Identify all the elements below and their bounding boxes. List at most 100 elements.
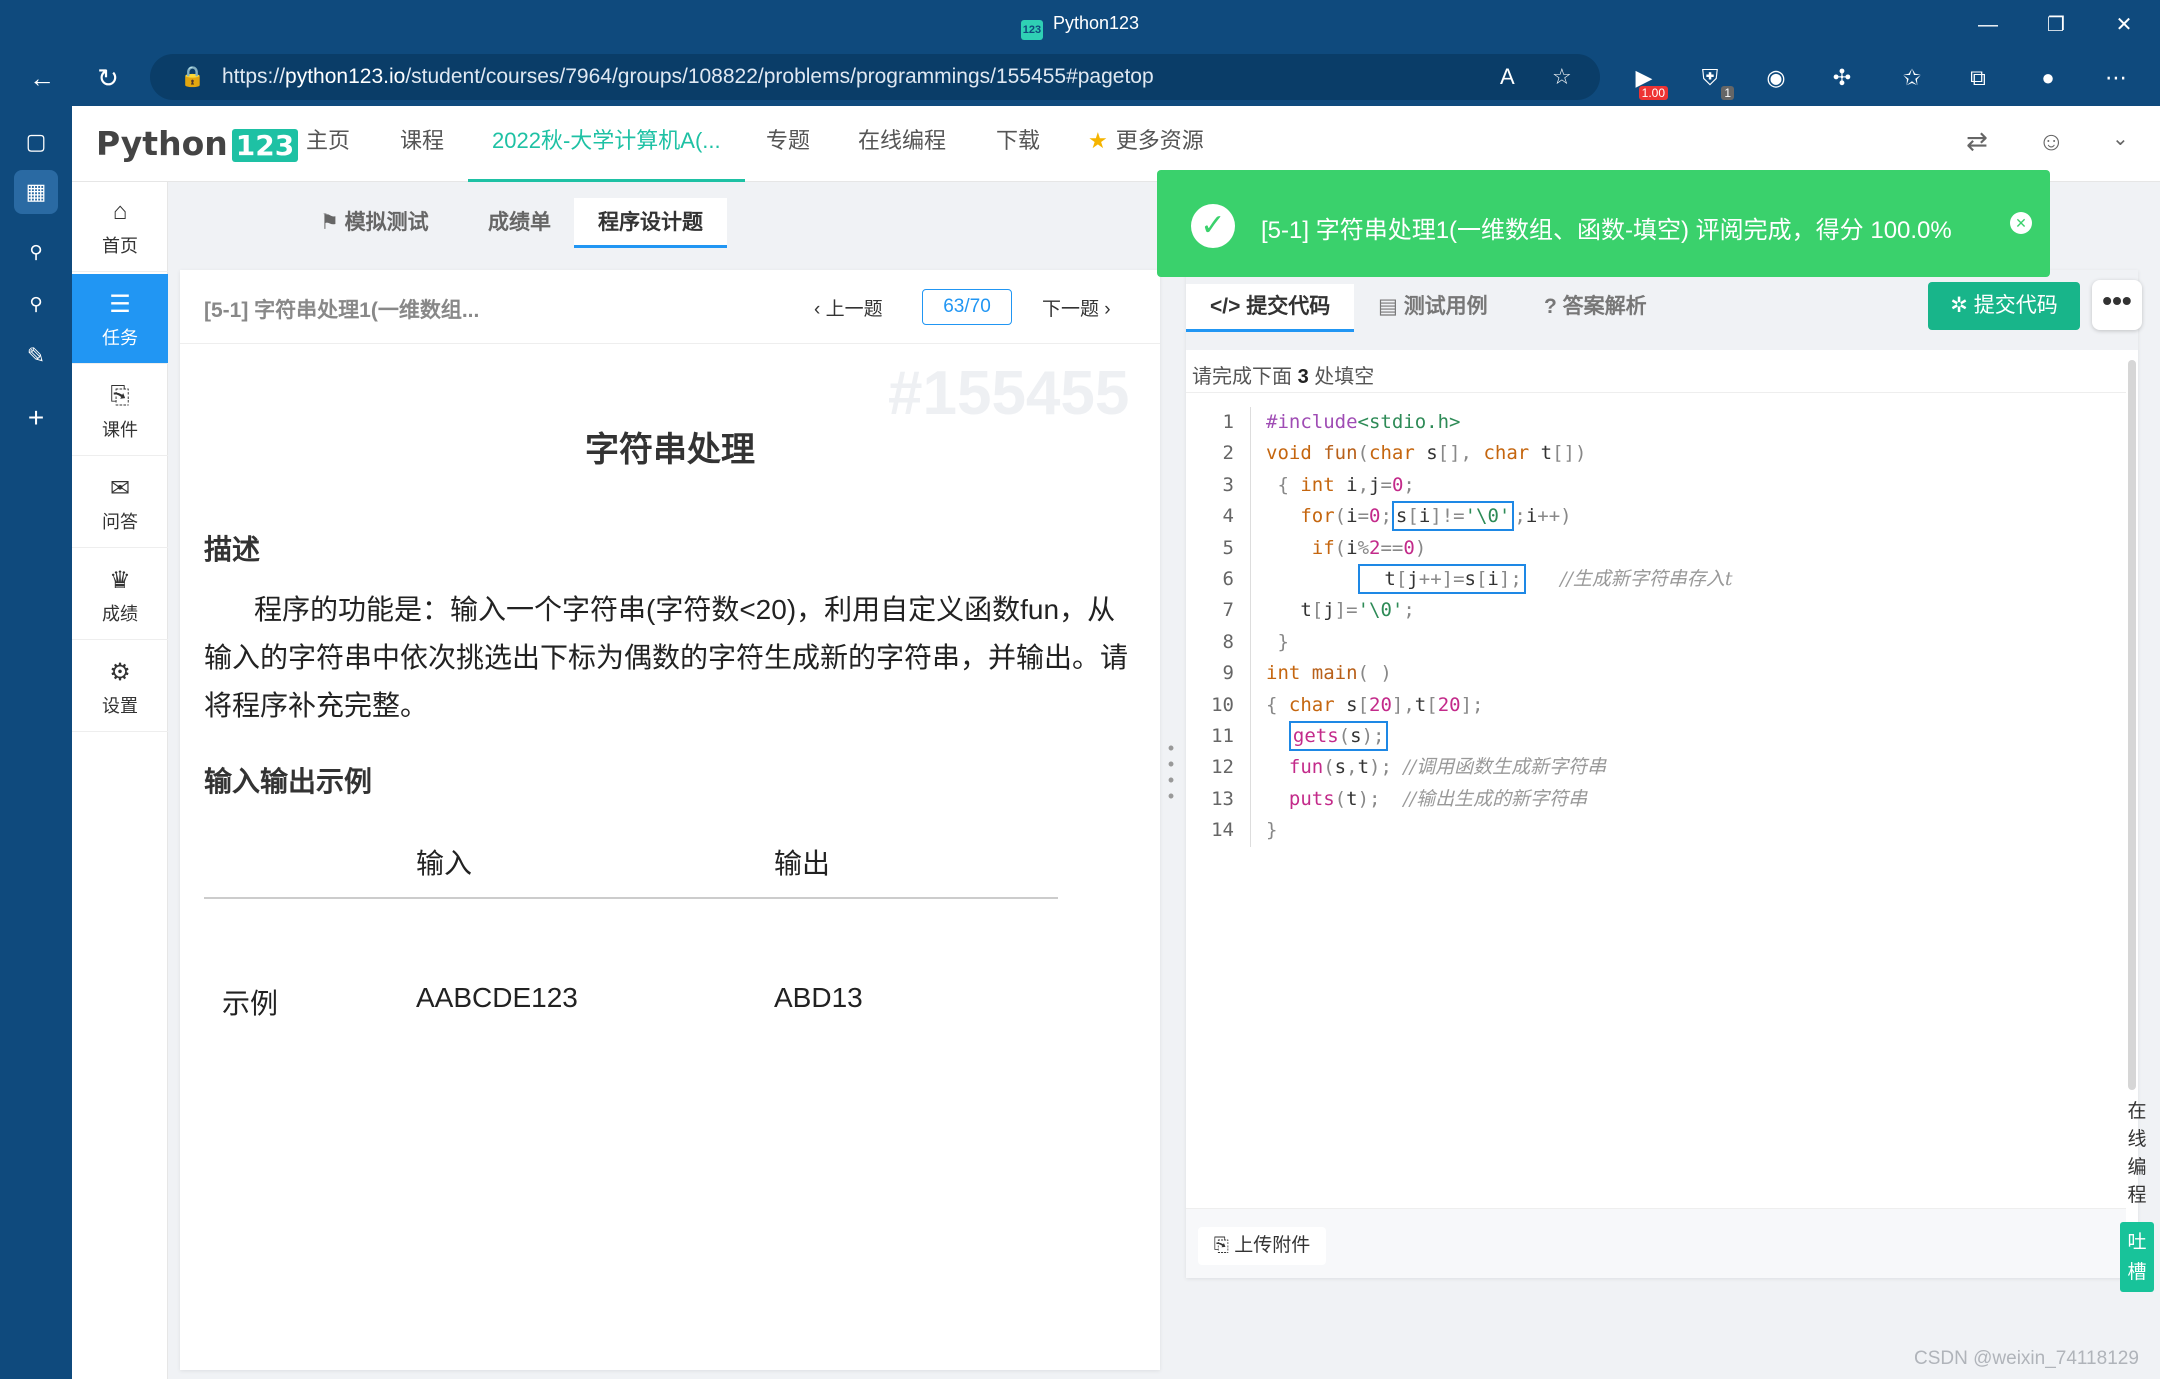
problem-short-title: [5-1] 字符串处理1(一维数组... xyxy=(204,299,480,322)
search-tab-icon-2[interactable]: ⚲ xyxy=(14,282,58,326)
spinner-icon: ✲ xyxy=(1950,294,1974,317)
more-options-button[interactable]: ••• xyxy=(2092,280,2142,330)
tool-tab-icon[interactable]: ✎ xyxy=(14,334,58,378)
collections-icon[interactable]: ⧉ xyxy=(1960,60,1996,96)
leftnav-settings-label: 设置 xyxy=(102,696,138,716)
panel-resize-handle[interactable]: • • • • xyxy=(1166,739,1176,805)
problem-id-watermark: #155455 xyxy=(888,359,1130,428)
code-icon: </> xyxy=(1210,295,1247,318)
line-number: 12 xyxy=(1211,756,1234,779)
nav-home[interactable]: 主页 xyxy=(306,106,350,182)
io-row-label: 示例 xyxy=(222,988,279,1019)
blank-3[interactable]: gets(s); xyxy=(1288,720,1389,751)
leftnav-grades[interactable]: ♛ 成绩 xyxy=(72,550,168,640)
address-bar[interactable]: 🔒 https://python123.io/student/courses/7… xyxy=(150,54,1600,100)
browser-toolbar: ← ↻ 🔒 https://python123.io/student/cours… xyxy=(0,50,2160,106)
prev-problem-label: 上一题 xyxy=(825,299,883,320)
python123-tab-icon[interactable]: ▦ xyxy=(14,170,58,214)
blank-1[interactable]: s[i]!='\0' xyxy=(1391,501,1515,532)
refresh-button[interactable]: ↻ xyxy=(88,60,128,96)
window-title: 123 Python123 xyxy=(0,13,2160,40)
python123-logo[interactable]: Python 123 xyxy=(96,124,299,163)
line-number: 9 xyxy=(1222,662,1234,685)
fill-blank-hint: 请完成下面 3 处填空 xyxy=(1192,360,1374,389)
chevron-down-icon[interactable]: ⌄ xyxy=(2112,126,2129,151)
line-content: { char s[20],t[20]; xyxy=(1266,693,1484,716)
nav-online-coding[interactable]: 在线编程 xyxy=(858,106,946,182)
page-indicator[interactable]: 63/70 xyxy=(922,289,1012,325)
feedback-button[interactable]: 吐槽 xyxy=(2120,1222,2154,1292)
code-line: 5 if(i%2==0) xyxy=(1186,533,2126,564)
search-tab-icon[interactable]: ⚲ xyxy=(14,230,58,274)
submit-code-button[interactable]: ✲ 提交代码 xyxy=(1928,282,2080,330)
leftnav-tasks[interactable]: ☰ 任务 xyxy=(72,274,168,364)
line-content: void fun(char s[], char t[]) xyxy=(1266,442,1587,465)
profile-avatar[interactable]: ● xyxy=(2030,60,2066,96)
problem-description: 程序的功能是：输入一个字符串(字符数<20)，利用自定义函数fun，从输入的字符… xyxy=(204,594,1129,721)
toast-close-icon[interactable]: ✕ xyxy=(2010,212,2032,234)
new-tab-icon[interactable]: + xyxy=(14,396,58,440)
next-problem-button[interactable]: 下一题 › xyxy=(1042,294,1111,321)
back-button[interactable]: ← xyxy=(22,60,62,96)
editor-panel: </> 提交代码 ▤ 测试用例 ? 答案解析 ✲ 提交代码 ••• 请完成下面 … xyxy=(1186,270,2142,1278)
read-aloud-icon[interactable]: A xyxy=(1500,54,1515,100)
nav-courses[interactable]: 课程 xyxy=(400,106,444,182)
blank-2[interactable]: t[j++]=s[i]; xyxy=(1357,563,1526,594)
tab-test-cases[interactable]: ▤ 测试用例 xyxy=(1378,284,1488,332)
window-titlebar: 123 Python123 — ❐ ✕ xyxy=(0,0,2160,50)
user-icon[interactable]: ☺ xyxy=(2038,126,2065,157)
line-number: 10 xyxy=(1211,693,1234,716)
tab-submit-code[interactable]: </> 提交代码 xyxy=(1186,284,1355,332)
line-content: t[j++]=s[i]; //生成新字符串存入t xyxy=(1266,563,1733,595)
nav-topics[interactable]: 专题 xyxy=(766,106,810,182)
online-coding-side-link[interactable]: 在线编程 xyxy=(2120,1098,2154,1210)
line-content: { int i,j=0; xyxy=(1277,473,1415,496)
hint-prefix: 请完成下面 xyxy=(1192,366,1292,388)
code-line: 11 gets(s); xyxy=(1186,720,2126,752)
tampermonkey-extension-icon[interactable]: ◉ xyxy=(1758,60,1794,96)
leftnav-home[interactable]: ⌂ 首页 xyxy=(72,182,168,272)
line-number: 2 xyxy=(1222,442,1234,465)
line-content: for(i=0; s[i]!='\0' ;i++) xyxy=(1266,501,1572,532)
line-content: } xyxy=(1277,630,1289,653)
code-editor[interactable]: 1 #include<stdio.h> 2 void fun(char s[], c… xyxy=(1186,392,2126,847)
tab-mock-test[interactable]: ⚑ 模拟测试 xyxy=(320,198,429,248)
leftnav-settings[interactable]: ⚙ 设置 xyxy=(72,642,168,732)
leftnav-courseware[interactable]: ⎘ 课件 xyxy=(72,366,168,456)
translate-icon[interactable]: ⇄ xyxy=(1966,126,1988,157)
problem-title: 字符串处理 xyxy=(585,431,755,469)
minimize-button[interactable]: — xyxy=(1968,10,2008,40)
favorites-icon[interactable]: ✩ xyxy=(1894,60,1930,96)
line-number: 3 xyxy=(1222,473,1234,496)
ublock-extension-icon[interactable]: ⛨ 1 xyxy=(1692,60,1734,100)
hint-suffix: 处填空 xyxy=(1314,366,1375,388)
code-line: 2 void fun(char s[], char t[]) xyxy=(1186,438,2126,469)
extensions-icon[interactable]: ✣ xyxy=(1824,60,1860,96)
zoom-extension-icon[interactable]: ▶ 1.00 xyxy=(1626,60,1668,100)
description-heading: 描述 xyxy=(204,534,261,565)
line-number: 4 xyxy=(1222,505,1234,528)
restore-button[interactable]: ❐ xyxy=(2036,10,2076,40)
code-line: 9 int main( ) xyxy=(1186,658,2126,689)
tab-answer-analysis[interactable]: ? 答案解析 xyxy=(1544,284,1647,332)
csdn-watermark: CSDN @weixin_74118129 xyxy=(1914,1348,2139,1369)
more-menu-icon[interactable]: ⋯ xyxy=(2098,60,2134,96)
upload-attachment-button[interactable]: ⎘ 上传附件 xyxy=(1198,1227,1326,1265)
tab-programming[interactable]: 程序设计题 xyxy=(574,198,727,248)
chevron-right-icon: › xyxy=(1099,299,1111,320)
line-content: } xyxy=(1266,819,1278,842)
editor-tabs: </> 提交代码 ▤ 测试用例 ? 答案解析 ✲ 提交代码 ••• xyxy=(1186,270,2142,350)
line-number: 5 xyxy=(1222,536,1234,559)
tab-actions-icon[interactable]: ▢ xyxy=(14,120,58,164)
nav-current-course[interactable]: 2022秋-大学计算机A(... xyxy=(468,106,745,182)
zoom-badge: 1.00 xyxy=(1638,86,1668,100)
prev-problem-button[interactable]: ‹ 上一题 xyxy=(814,294,883,321)
line-content: gets(s); xyxy=(1266,720,1389,752)
tab-gradebook[interactable]: 成绩单 xyxy=(488,198,551,248)
leftnav-qa[interactable]: ✉ 问答 xyxy=(72,458,168,548)
favorite-add-icon[interactable]: ☆ xyxy=(1552,54,1572,100)
nav-download[interactable]: 下载 xyxy=(996,106,1040,182)
next-problem-label: 下一题 xyxy=(1042,299,1100,320)
close-window-button[interactable]: ✕ xyxy=(2104,10,2144,40)
editor-scrollbar[interactable] xyxy=(2128,360,2136,1090)
